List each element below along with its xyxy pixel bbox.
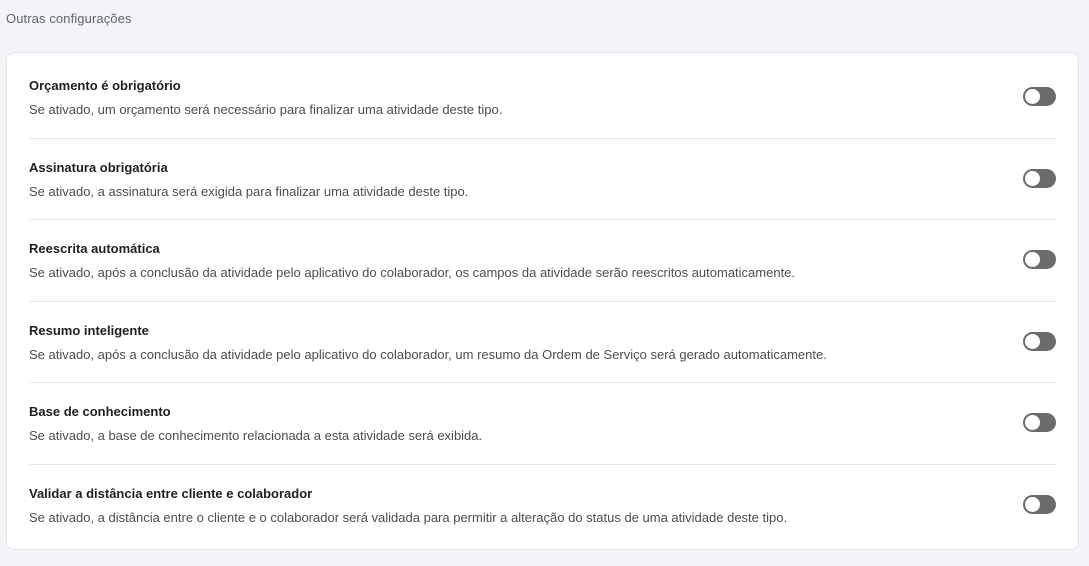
toggle-knob xyxy=(1025,89,1040,104)
setting-description: Se ativado, a assinatura será exigida pa… xyxy=(29,183,469,199)
setting-description: Se ativado, a distância entre o cliente … xyxy=(29,509,788,525)
setting-row-orcamento-obrigatorio: Orçamento é obrigatório Se ativado, um o… xyxy=(29,57,1056,139)
toggle-reescrita-automatica[interactable] xyxy=(1023,250,1056,270)
toggle-knob xyxy=(1025,496,1040,512)
toggle-base-de-conhecimento[interactable] xyxy=(1023,413,1056,433)
setting-description: Se ativado, um orçamento será necessário… xyxy=(29,102,503,117)
toggle-resumo-inteligente[interactable] xyxy=(1023,331,1056,351)
setting-description: Se ativado, a base de conhecimento relac… xyxy=(29,428,483,444)
setting-title: Reescrita automática xyxy=(29,241,160,257)
setting-title: Resumo inteligente xyxy=(29,322,149,338)
toggle-validar-distancia[interactable] xyxy=(1023,494,1056,514)
setting-title: Validar a distância entre cliente e cola… xyxy=(29,485,313,501)
toggle-knob xyxy=(1025,415,1040,431)
toggle-orcamento-obrigatorio[interactable] xyxy=(1023,87,1056,106)
setting-row-assinatura-obrigatoria: Assinatura obrigatória Se ativado, a ass… xyxy=(29,139,1056,221)
setting-row-base-de-conhecimento: Base de conhecimento Se ativado, a base … xyxy=(29,383,1056,465)
setting-row-resumo-inteligente: Resumo inteligente Se ativado, após a co… xyxy=(29,302,1056,384)
toggle-knob xyxy=(1025,170,1040,186)
setting-title: Assinatura obrigatória xyxy=(29,159,168,175)
toggle-knob xyxy=(1025,333,1040,349)
settings-card: Orçamento é obrigatório Se ativado, um o… xyxy=(6,52,1079,550)
setting-title: Base de conhecimento xyxy=(29,404,171,420)
toggle-assinatura-obrigatoria[interactable] xyxy=(1023,168,1056,188)
toggle-knob xyxy=(1025,252,1040,268)
setting-row-reescrita-automatica: Reescrita automática Se ativado, após a … xyxy=(29,220,1056,302)
setting-row-validar-distancia: Validar a distância entre cliente e cola… xyxy=(29,465,1056,547)
setting-title: Orçamento é obrigatório xyxy=(29,78,181,93)
section-title: Outras configurações xyxy=(6,11,132,26)
setting-description: Se ativado, após a conclusão da atividad… xyxy=(29,265,796,281)
setting-description: Se ativado, após a conclusão da atividad… xyxy=(29,346,827,362)
settings-list: Orçamento é obrigatório Se ativado, um o… xyxy=(29,57,1056,547)
